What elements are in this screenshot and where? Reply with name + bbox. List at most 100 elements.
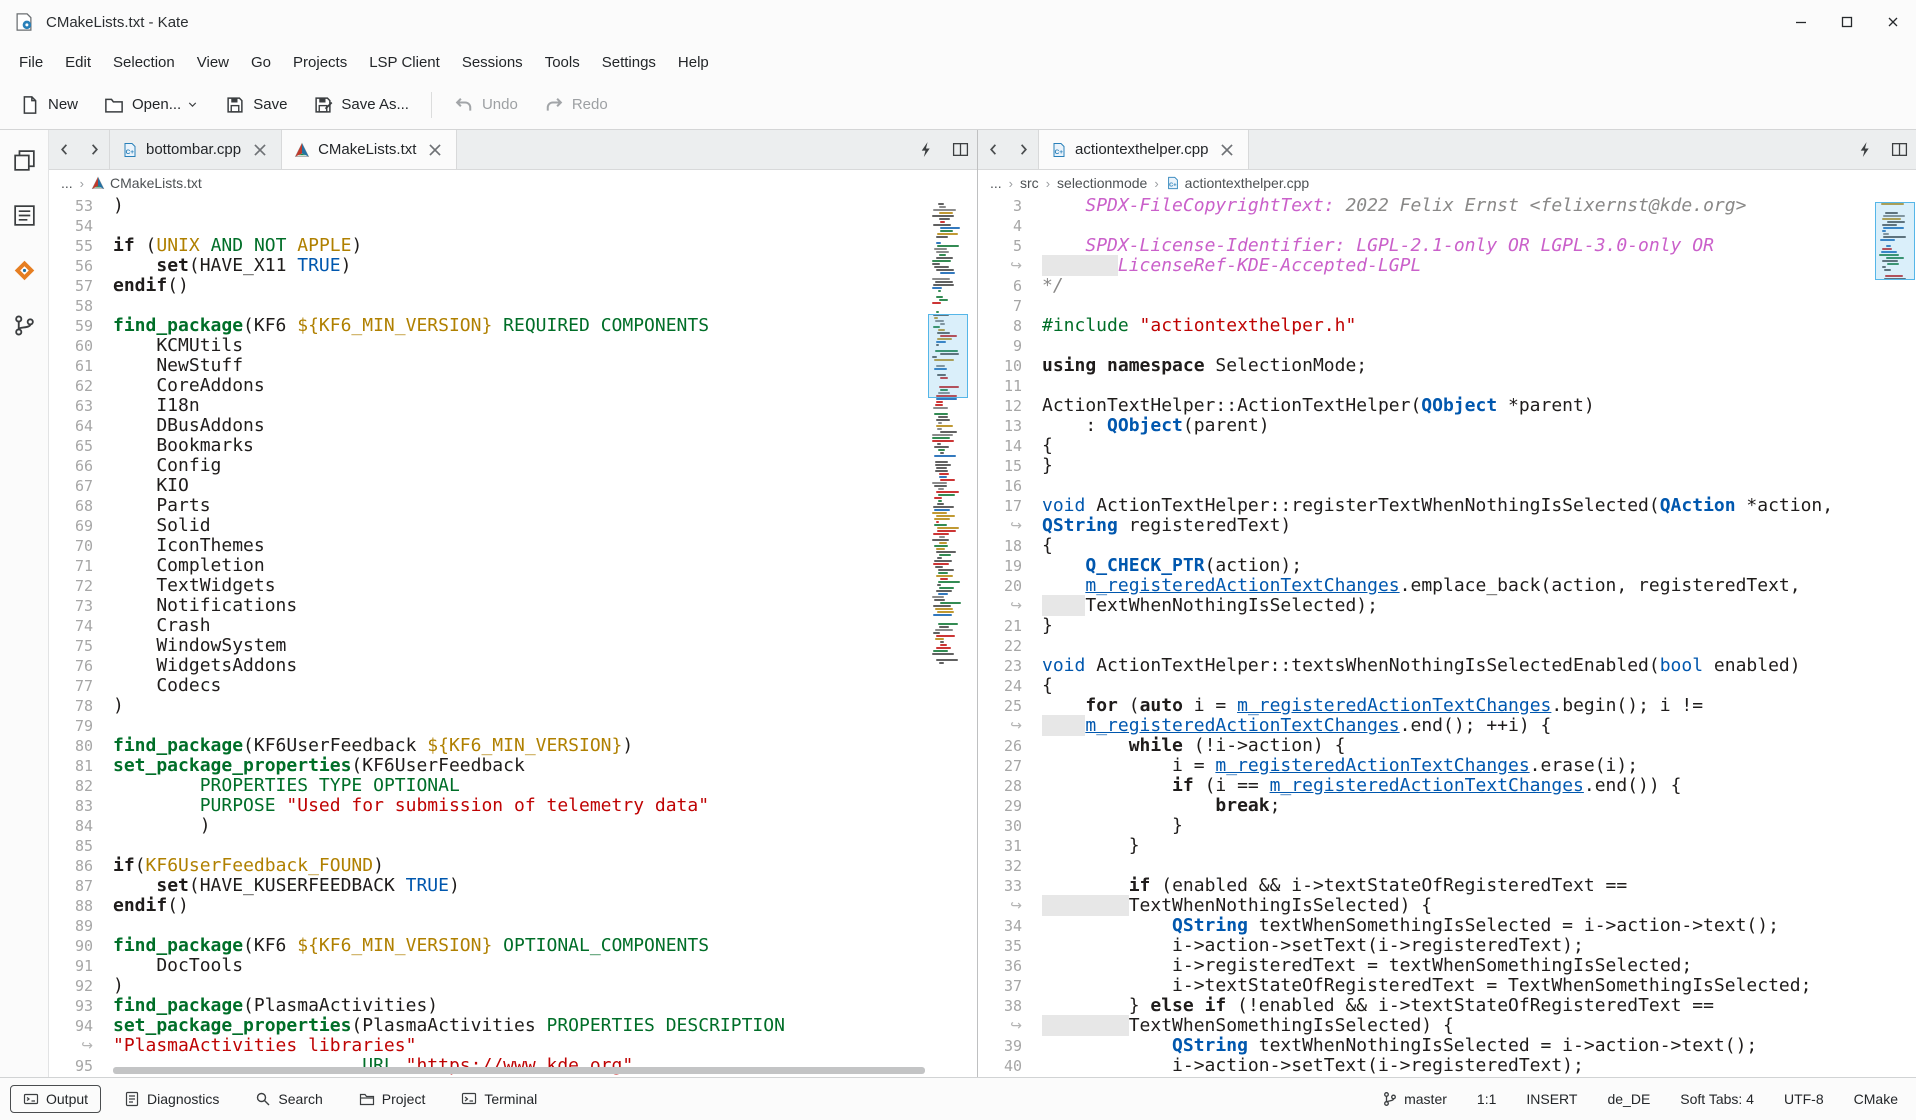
tab-actiontexthelper-cpp[interactable]: C+actiontexthelper.cpp [1038, 130, 1249, 169]
close-tab-icon[interactable] [426, 141, 444, 159]
right-editor[interactable]: 3 SPDX-FileCopyrightText: 2022 Felix Ern… [978, 196, 1916, 1077]
statusbar-diagnostics-button[interactable]: Diagnostics [111, 1085, 232, 1113]
left-editor[interactable]: 53)5455if (UNIX AND NOT APPLE)56 set(HAV… [49, 196, 977, 1077]
left-tab-bar: C+bottombar.cppCMakeLists.txt [49, 130, 977, 170]
status-cursor-position[interactable]: 1:1 [1477, 1091, 1496, 1107]
left-horizontal-scrollbar[interactable] [113, 1067, 925, 1074]
sidebar-tool-file-list-icon[interactable] [8, 199, 40, 231]
menu-view[interactable]: View [186, 47, 240, 78]
undo-icon [454, 95, 474, 115]
breadcrumb-item-actiontexthelper-cpp[interactable]: C+actiontexthelper.cpp [1166, 175, 1310, 191]
next-document-button[interactable] [1008, 130, 1038, 169]
close-tab-icon[interactable] [1218, 141, 1236, 159]
code-text: { [1022, 676, 1053, 696]
sidebar-tool-git-branches-icon[interactable] [8, 309, 40, 341]
sidebar-tool-documents-icon[interactable] [8, 144, 40, 176]
code-line: 65 Bookmarks [49, 436, 977, 456]
breadcrumb-separator: › [1154, 176, 1158, 191]
menu-lsp-client[interactable]: LSP Client [358, 47, 451, 78]
menu-tools[interactable]: Tools [534, 47, 591, 78]
menu-settings[interactable]: Settings [591, 47, 667, 78]
menu-file[interactable]: File [8, 47, 54, 78]
lightning-icon [1857, 141, 1874, 158]
window-controls [1778, 0, 1916, 44]
new-button[interactable]: New [8, 87, 90, 123]
right-code-rows: 3 SPDX-FileCopyrightText: 2022 Felix Ern… [978, 196, 1916, 1077]
status-tab-mode[interactable]: Soft Tabs: 4 [1680, 1091, 1754, 1107]
breadcrumb-item-selectionmode[interactable]: selectionmode [1057, 175, 1147, 191]
prev-document-button[interactable] [49, 130, 79, 169]
toolbar: NewOpen...SaveSave As... UndoRedo [0, 80, 1916, 130]
breadcrumb-overflow-button[interactable]: ... [61, 175, 73, 191]
app-window: CMakeLists.txt - Kate FileEditSelectionV… [0, 0, 1916, 1120]
code-text: if (i == m_registeredActionTextChanges.e… [1022, 776, 1681, 796]
title-bar: CMakeLists.txt - Kate [0, 0, 1916, 44]
line-number: 29 [978, 796, 1022, 816]
sidebar-tool-project-plugin-icon[interactable] [8, 254, 40, 286]
save-button[interactable]: Save [213, 87, 299, 123]
save-as-button[interactable]: Save As... [301, 87, 421, 123]
minimap-visible-region[interactable] [1875, 202, 1915, 280]
line-number: 92 [49, 976, 93, 996]
code-text: find_package(KF6 ${KF6_MIN_VERSION} REQU… [93, 316, 709, 336]
tab-spacer [1249, 130, 1848, 169]
breadcrumb-item-cmakelists-txt[interactable]: CMakeLists.txt [91, 175, 202, 191]
code-text [93, 216, 113, 236]
redo-icon [544, 95, 564, 115]
statusbar-search-button[interactable]: Search [242, 1085, 335, 1113]
line-number: 31 [978, 836, 1022, 856]
code-line: 58 [49, 296, 977, 316]
redo-button[interactable]: Redo [532, 87, 620, 123]
window-maximize-button[interactable] [1824, 0, 1870, 44]
menu-help[interactable]: Help [667, 47, 720, 78]
window-minimize-button[interactable] [1778, 0, 1824, 44]
right-breadcrumb: ...›src›selectionmode›C+actiontexthelper… [978, 170, 1916, 196]
tab-bottombar-cpp[interactable]: C+bottombar.cpp [109, 130, 282, 169]
breadcrumb-item-src[interactable]: src [1020, 175, 1039, 191]
code-line: 20 m_registeredActionTextChanges.emplace… [978, 576, 1916, 596]
status-encoding[interactable]: UTF-8 [1784, 1091, 1824, 1107]
code-line: 24{ [978, 676, 1916, 696]
quick-open-button[interactable] [1848, 130, 1882, 169]
statusbar-output-button[interactable]: Output [10, 1085, 101, 1113]
close-tab-icon[interactable] [251, 141, 269, 159]
code-line: 78) [49, 696, 977, 716]
code-text: KIO [93, 476, 189, 496]
minimap-visible-region[interactable] [928, 314, 968, 398]
next-document-button[interactable] [79, 130, 109, 169]
code-line: 88endif() [49, 896, 977, 916]
prev-document-button[interactable] [978, 130, 1008, 169]
status-item-label: 1:1 [1477, 1091, 1496, 1107]
menu-selection[interactable]: Selection [102, 47, 186, 78]
undo-button[interactable]: Undo [442, 87, 530, 123]
statusbar-terminal-button[interactable]: Terminal [448, 1085, 550, 1113]
split-view-button[interactable] [943, 130, 977, 169]
menu-sessions[interactable]: Sessions [451, 47, 534, 78]
left-minimap[interactable] [931, 200, 965, 680]
quick-open-button[interactable] [909, 130, 943, 169]
breadcrumb-overflow-button[interactable]: ... [990, 175, 1002, 191]
line-number: 86 [49, 856, 93, 876]
code-line: 69 Solid [49, 516, 977, 536]
right-minimap[interactable] [1878, 200, 1912, 290]
status-dictionary[interactable]: de_DE [1607, 1091, 1650, 1107]
window-close-button[interactable] [1870, 0, 1916, 44]
menu-go[interactable]: Go [240, 47, 282, 78]
statusbar-project-button[interactable]: Project [346, 1085, 439, 1113]
open-button[interactable]: Open... [92, 87, 211, 123]
menu-projects[interactable]: Projects [282, 47, 358, 78]
status-input-mode[interactable]: INSERT [1526, 1091, 1577, 1107]
line-number: 30 [978, 816, 1022, 836]
code-text: QString registeredText) [1022, 516, 1291, 536]
code-text: Config [93, 456, 221, 476]
status-git-branch[interactable]: master [1382, 1091, 1447, 1107]
code-line: 60 KCMUtils [49, 336, 977, 356]
menu-edit[interactable]: Edit [54, 47, 102, 78]
status-bar-tools: Output Diagnostics Search Project Terminal [10, 1085, 550, 1113]
line-number: 17 [978, 496, 1022, 516]
status-syntax-mode[interactable]: CMake [1854, 1091, 1898, 1107]
code-text [93, 916, 113, 936]
tab-cmakelists-txt[interactable]: CMakeLists.txt [282, 130, 457, 169]
split-view-button[interactable] [1882, 130, 1916, 169]
line-number: 81 [49, 756, 93, 776]
